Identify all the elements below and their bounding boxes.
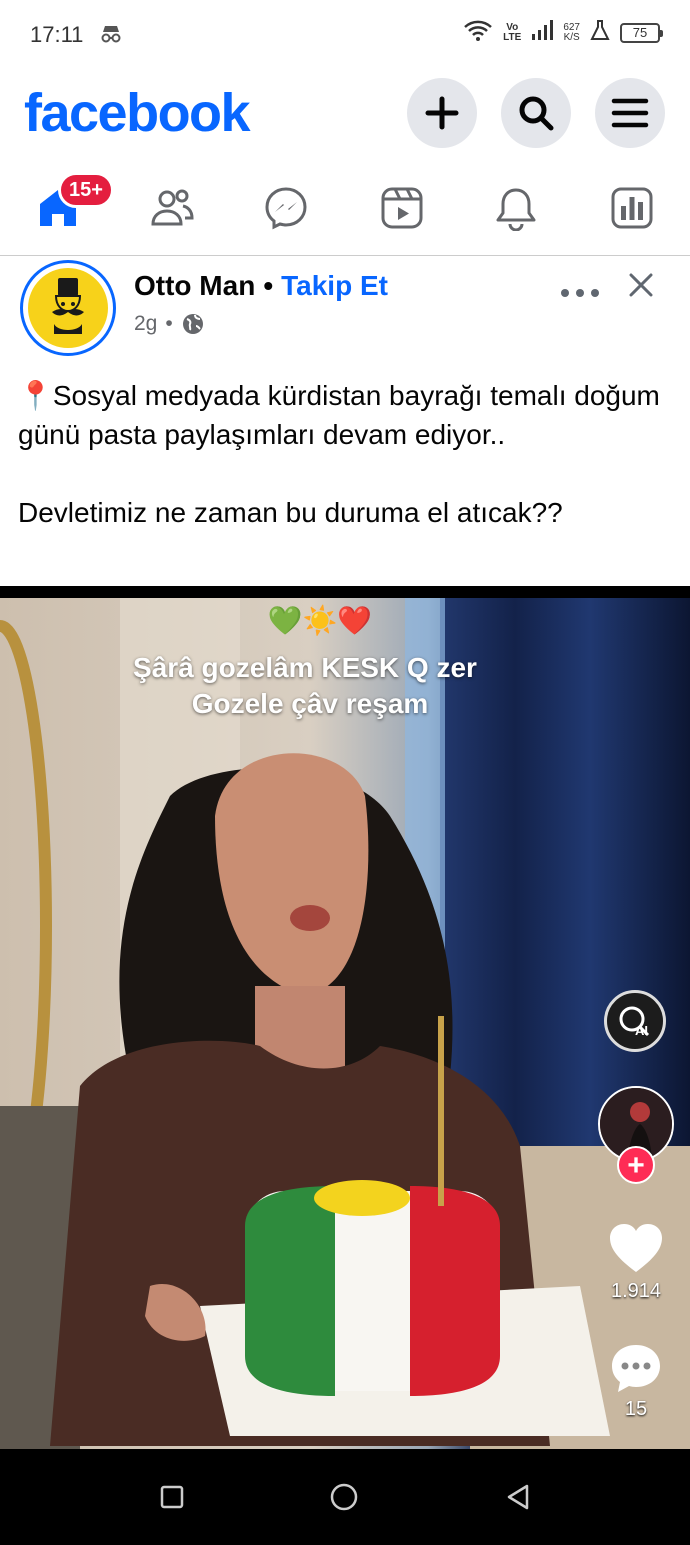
video-icon <box>381 187 423 229</box>
meta-separator: • <box>165 312 173 335</box>
post-time[interactable]: 2g <box>134 312 157 336</box>
wifi-icon <box>463 18 493 47</box>
volte-bottom: LTE <box>503 31 522 43</box>
status-bar: 17:11 Vo LTE 627 K/S 75 <box>0 0 690 68</box>
author-separator: • <box>263 270 274 301</box>
volte-indicator: Vo LTE <box>503 22 522 43</box>
follow-button[interactable]: Takip Et <box>281 270 388 301</box>
battery-indicator: 75 <box>620 22 663 43</box>
post-text-line1: Sosyal medyada kürdistan bayrağı temalı … <box>18 380 660 450</box>
svg-text:AI: AI <box>635 1023 648 1038</box>
incognito-icon <box>100 24 122 49</box>
recents-button[interactable] <box>154 1479 190 1515</box>
circle-icon <box>330 1483 358 1511</box>
tab-messenger[interactable] <box>256 180 316 236</box>
post-options-button[interactable] <box>560 274 600 305</box>
speed-unit: K/S <box>563 31 580 43</box>
more-dots-icon <box>561 289 599 297</box>
status-time: 17:11 <box>30 22 84 47</box>
system-nav-bar <box>0 1449 690 1545</box>
plus-icon <box>425 96 459 130</box>
video-caption-line2: Gozele çâv reşam <box>191 688 429 719</box>
tab-friends[interactable] <box>142 180 202 236</box>
video-caption-line1: Şârâ gozelâm KESK Q zer <box>133 652 477 683</box>
friends-icon <box>151 189 194 226</box>
post-video[interactable]: 💚☀️❤️ Şârâ gozelâm KESK Q zer Gozele çâv… <box>0 586 690 1449</box>
pushpin-emoji: 📍 <box>18 380 53 411</box>
ottoman-man-icon <box>52 278 84 334</box>
bell-icon <box>496 188 536 231</box>
tab-video[interactable] <box>372 180 432 236</box>
post-text-para1: 📍Sosyal medyada kürdistan bayrağı temalı… <box>18 376 678 454</box>
post-meta: 2g • <box>134 312 205 336</box>
hamburger-icon <box>611 98 649 128</box>
author-line: Otto Man • Takip Et <box>134 270 388 302</box>
comment-icon[interactable] <box>610 1342 662 1394</box>
back-button[interactable] <box>500 1479 536 1515</box>
menu-button[interactable] <box>595 78 665 148</box>
square-icon <box>160 1485 184 1509</box>
tab-notifications[interactable] <box>486 180 546 236</box>
home-button[interactable] <box>326 1479 362 1515</box>
messenger-icon <box>265 187 307 230</box>
author-name[interactable]: Otto Man <box>134 270 255 301</box>
post-body: 📍Sosyal medyada kürdistan bayrağı temalı… <box>18 376 678 532</box>
follow-creator-button[interactable]: + <box>617 1146 655 1184</box>
post-header: Otto Man • Takip Et 2g • <box>0 256 690 356</box>
facebook-logo[interactable]: facebook <box>24 82 251 144</box>
status-icons: Vo LTE 627 K/S 75 <box>463 18 663 47</box>
close-icon <box>629 273 653 297</box>
author-avatar[interactable] <box>20 260 116 356</box>
back-triangle-icon <box>507 1484 529 1510</box>
screen: 17:11 Vo LTE 627 K/S 75 facebook 15+ Ott… <box>0 0 690 1545</box>
dashboard-icon <box>611 187 653 229</box>
signal-icon <box>531 19 554 46</box>
network-speed: 627 K/S <box>563 22 580 43</box>
comment-count: 15 <box>624 1398 648 1420</box>
flask-icon <box>590 19 610 46</box>
ai-icon: AI <box>619 1006 650 1038</box>
tab-dashboard[interactable] <box>602 180 662 236</box>
post-text-line2: Devletimiz ne zaman bu duruma el atıcak?… <box>18 497 563 528</box>
ai-button[interactable]: AI <box>604 990 666 1052</box>
create-button[interactable] <box>407 78 477 148</box>
heart-icon[interactable] <box>608 1222 664 1274</box>
search-icon <box>519 96 554 131</box>
video-emojis: 💚☀️❤️ <box>267 605 373 636</box>
search-button[interactable] <box>501 78 571 148</box>
app-header: facebook <box>0 68 690 158</box>
hide-post-button[interactable] <box>626 270 656 300</box>
notification-badge: 15+ <box>58 172 114 208</box>
main-nav: 15+ <box>0 160 690 256</box>
like-count: 1.914 <box>610 1280 662 1302</box>
globe-icon <box>182 314 203 334</box>
